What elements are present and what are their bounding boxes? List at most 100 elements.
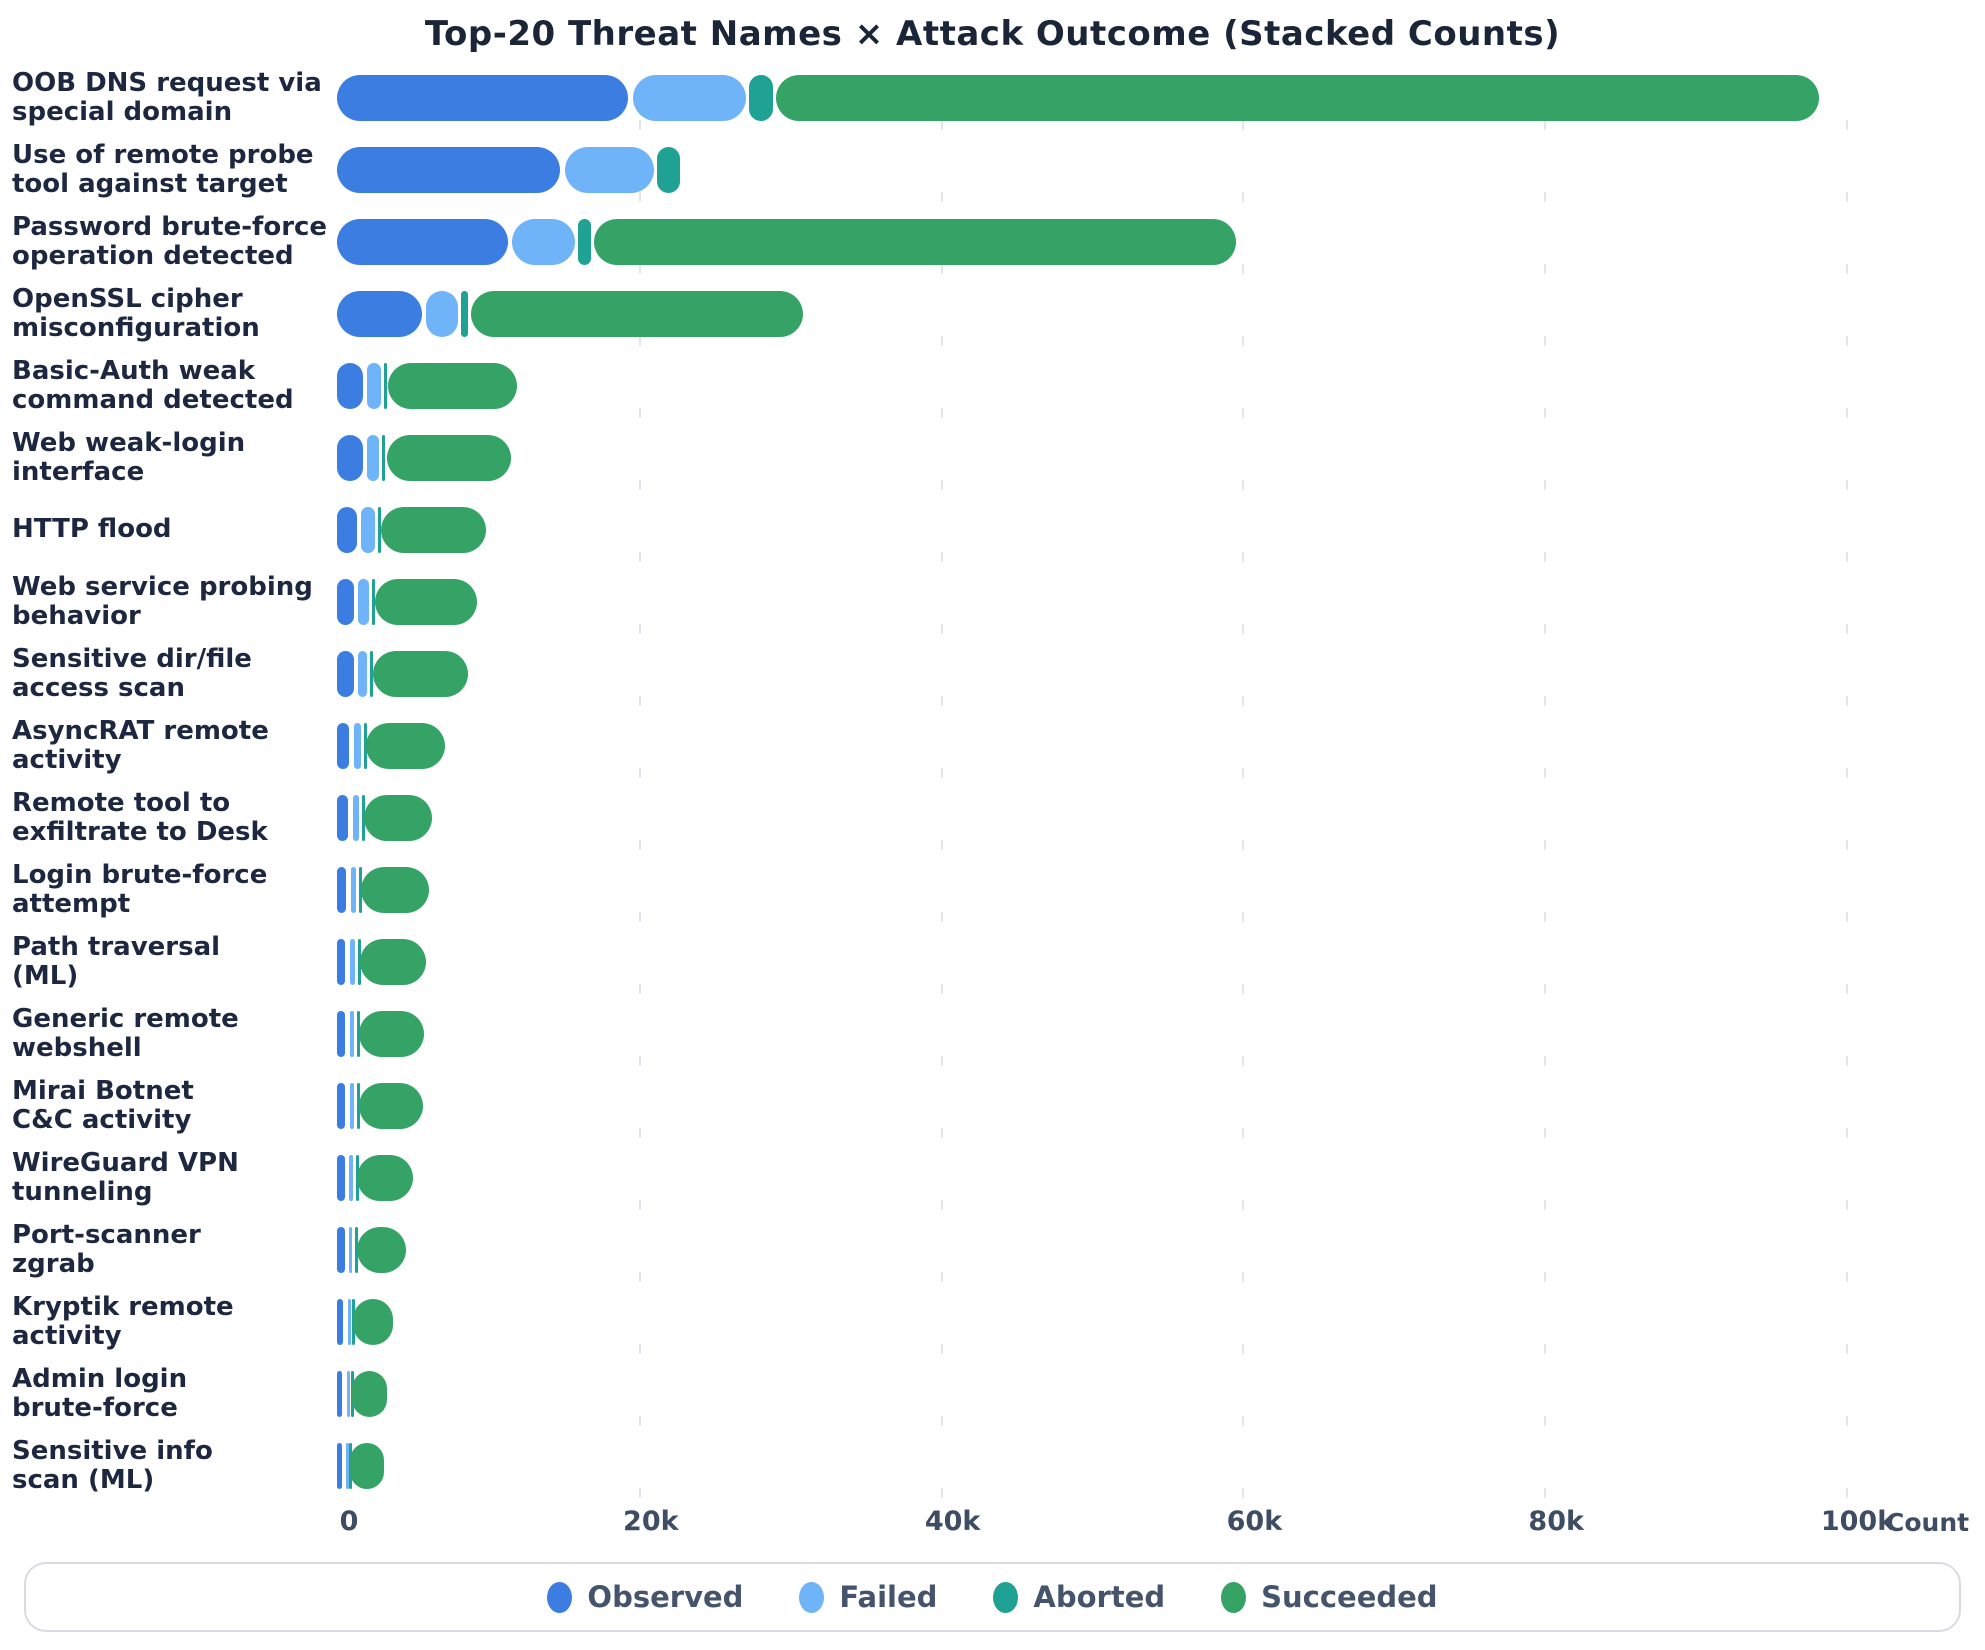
gridline-notch [1846, 1344, 1848, 1354]
gridline-notch [639, 912, 641, 922]
bar-segment-succeeded[interactable] [357, 1155, 413, 1201]
gridline-notch [941, 1416, 943, 1426]
bar-segment-failed[interactable] [350, 1011, 355, 1057]
gridline-notch [941, 1200, 943, 1210]
threat-label: Generic remote webshell [0, 998, 337, 1070]
bar-segment-failed[interactable] [358, 651, 367, 697]
bar-row: Sensitive info scan (ML) [0, 1430, 1985, 1502]
gridline-notch [1846, 480, 1848, 490]
bar-segment-failed[interactable] [351, 867, 356, 913]
bar-segment-observed[interactable] [337, 795, 348, 841]
legend-label: Succeeded [1261, 1580, 1437, 1614]
bar-segment-observed[interactable] [337, 579, 354, 625]
bar-segment-succeeded[interactable] [776, 75, 1819, 121]
bar-segment-succeeded[interactable] [471, 291, 803, 337]
threat-label: Basic-Auth weak command detected [0, 350, 337, 422]
bar-segment-aborted[interactable] [461, 291, 469, 337]
legend: Observed Failed Aborted Succeeded [24, 1562, 1961, 1632]
gridline-notch [941, 120, 943, 130]
bar-segment-succeeded[interactable] [352, 1371, 387, 1417]
bar-row: Admin login brute-force [0, 1358, 1985, 1430]
bar-segment-observed[interactable] [337, 75, 628, 121]
bar-segment-succeeded[interactable] [359, 1011, 424, 1057]
bar-segment-failed[interactable] [349, 1227, 352, 1273]
bar-segment-observed[interactable] [337, 1443, 342, 1489]
bar-segment-observed[interactable] [337, 723, 349, 769]
bar-track [337, 566, 1985, 638]
bar-track [337, 1430, 1985, 1502]
bar-segment-failed[interactable] [512, 219, 575, 265]
gridline-notch [1846, 408, 1848, 418]
bar-segment-observed[interactable] [337, 1299, 343, 1345]
bar-segment-failed[interactable] [426, 291, 458, 337]
bar-segment-succeeded[interactable] [388, 363, 516, 409]
bar-segment-observed[interactable] [337, 1011, 345, 1057]
bar-segment-aborted[interactable] [657, 147, 680, 193]
chart: Top-20 Threat Names × Attack Outcome (St… [0, 14, 1985, 1632]
legend-item-succeeded[interactable]: Succeeded [1221, 1580, 1437, 1614]
bar-track [337, 278, 1985, 350]
bar-segment-succeeded[interactable] [381, 507, 487, 553]
bar-segment-aborted[interactable] [384, 363, 387, 409]
bar-segment-failed[interactable] [349, 1155, 353, 1201]
bar-segment-aborted[interactable] [749, 75, 773, 121]
gridline-notch [639, 984, 641, 994]
legend-marker-icon [547, 1582, 572, 1613]
bar-segment-observed[interactable] [337, 1227, 345, 1273]
bar-segment-failed[interactable] [350, 939, 355, 985]
bar-segment-succeeded[interactable] [594, 219, 1237, 265]
bar-segment-succeeded[interactable] [361, 867, 429, 913]
bar-segment-failed[interactable] [348, 1299, 351, 1345]
bar-segment-observed[interactable] [337, 363, 363, 409]
bar-segment-succeeded[interactable] [387, 435, 511, 481]
bar-segment-failed[interactable] [347, 1371, 350, 1417]
bar-segment-failed[interactable] [633, 75, 746, 121]
legend-item-failed[interactable]: Failed [799, 1580, 937, 1614]
bar-segment-observed[interactable] [337, 1371, 342, 1417]
bar-segment-succeeded[interactable] [375, 579, 478, 625]
gridline-notch [639, 696, 641, 706]
bar-segment-failed[interactable] [367, 435, 379, 481]
bar-segment-observed[interactable] [337, 219, 508, 265]
bar-segment-observed[interactable] [337, 651, 354, 697]
bar-segment-succeeded[interactable] [360, 939, 426, 985]
bar-segment-failed[interactable] [350, 1083, 355, 1129]
bar-row: OpenSSL cipher misconfiguration [0, 278, 1985, 350]
gridline-notch [941, 408, 943, 418]
bar-segment-succeeded[interactable] [364, 795, 432, 841]
gridline-notch [1544, 1200, 1546, 1210]
bar-row: Use of remote probe tool against target [0, 134, 1985, 206]
bar-segment-failed[interactable] [353, 795, 359, 841]
bar-segment-succeeded[interactable] [353, 1299, 393, 1345]
bar-segment-failed[interactable] [367, 363, 381, 409]
threat-label: Use of remote probe tool against target [0, 134, 337, 206]
gridline-notch [1242, 768, 1244, 778]
threat-label: Kryptik remote activity [0, 1286, 337, 1358]
bar-segment-succeeded[interactable] [366, 723, 444, 769]
threat-label: Sensitive info scan (ML) [0, 1430, 337, 1502]
bar-segment-observed[interactable] [337, 147, 560, 193]
bar-segment-succeeded[interactable] [373, 651, 468, 697]
bar-segment-failed[interactable] [565, 147, 654, 193]
bar-segment-observed[interactable] [337, 867, 346, 913]
bar-segment-failed[interactable] [354, 723, 362, 769]
bar-segment-succeeded[interactable] [359, 1083, 423, 1129]
bar-segment-aborted[interactable] [578, 219, 590, 265]
bar-segment-succeeded[interactable] [357, 1227, 407, 1273]
bar-segment-observed[interactable] [337, 1083, 345, 1129]
bar-track [337, 854, 1985, 926]
bar-segment-observed[interactable] [337, 507, 357, 553]
bar-segment-aborted[interactable] [382, 435, 385, 481]
plot-area: OOB DNS request via special domainUse of… [0, 62, 1985, 1502]
bar-segment-failed[interactable] [361, 507, 375, 553]
bar-segment-observed[interactable] [337, 1155, 345, 1201]
bar-segment-observed[interactable] [337, 435, 363, 481]
bar-segment-failed[interactable] [358, 579, 369, 625]
gridline-notch [1544, 1272, 1546, 1282]
bar-segment-observed[interactable] [337, 291, 422, 337]
legend-item-aborted[interactable]: Aborted [993, 1580, 1165, 1614]
legend-item-observed[interactable]: Observed [547, 1580, 743, 1614]
bar-segment-succeeded[interactable] [350, 1443, 384, 1489]
gridline-notch [1242, 480, 1244, 490]
bar-segment-observed[interactable] [337, 939, 345, 985]
